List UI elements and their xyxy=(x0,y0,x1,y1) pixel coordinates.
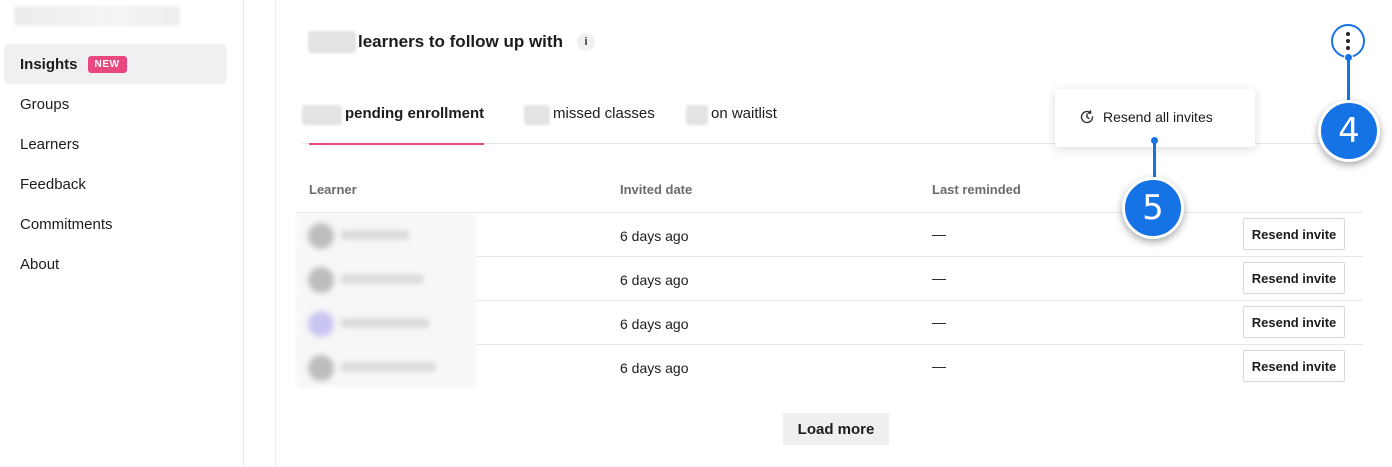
invited-date: 6 days ago xyxy=(620,272,689,288)
sidebar: Insights NEW Groups Learners Feedback Co… xyxy=(0,0,244,467)
tab-label: pending enrollment xyxy=(345,105,485,122)
tab-missed-classes[interactable]: missed classes xyxy=(524,96,655,144)
sidebar-item-label: About xyxy=(20,255,60,273)
row-divider xyxy=(476,256,1363,257)
row-divider xyxy=(476,344,1363,345)
last-reminded: — xyxy=(932,358,946,374)
sidebar-item-insights[interactable]: Insights NEW xyxy=(4,44,227,84)
page-title: learners to follow up with i xyxy=(308,30,595,54)
org-name-redacted xyxy=(14,6,180,26)
menu-item-resend-all-invites[interactable]: Resend all invites xyxy=(1079,109,1213,125)
sidebar-item-label: Groups xyxy=(20,95,70,113)
tab-pending-enrollment[interactable]: pending enrollment xyxy=(302,96,485,145)
tab-label: missed classes xyxy=(553,105,655,122)
sidebar-item-learners[interactable]: Learners xyxy=(4,124,227,164)
resend-invite-button[interactable]: Resend invite xyxy=(1243,306,1345,338)
sidebar-nav: Insights NEW Groups Learners Feedback Co… xyxy=(4,44,227,284)
last-reminded: — xyxy=(932,270,946,286)
resend-invite-button[interactable]: Resend invite xyxy=(1243,218,1345,250)
column-header-last-reminded: Last reminded xyxy=(932,182,1021,197)
count-redacted xyxy=(302,105,342,125)
resend-invite-button[interactable]: Resend invite xyxy=(1243,350,1345,382)
sidebar-item-commitments[interactable]: Commitments xyxy=(4,204,227,244)
row-divider xyxy=(476,300,1363,301)
sidebar-item-feedback[interactable]: Feedback xyxy=(4,164,227,204)
clock-refresh-icon xyxy=(1080,110,1094,124)
count-redacted xyxy=(524,105,550,125)
avatar xyxy=(308,311,334,337)
sidebar-item-label: Learners xyxy=(20,135,80,153)
page-title-text: learners to follow up with xyxy=(358,32,563,51)
kebab-dot xyxy=(1346,39,1350,43)
column-header-invited-date: Invited date xyxy=(620,182,693,197)
load-more-button[interactable]: Load more xyxy=(783,413,889,445)
callout-5: 5 xyxy=(1122,177,1184,239)
learner-name-redacted xyxy=(340,318,430,328)
sidebar-item-groups[interactable]: Groups xyxy=(4,84,227,124)
learner-count-redacted xyxy=(308,31,356,53)
learner-name-redacted xyxy=(340,274,424,284)
invited-date: 6 days ago xyxy=(620,228,689,244)
menu-item-label: Resend all invites xyxy=(1103,109,1213,125)
tab-on-waitlist[interactable]: on waitlist xyxy=(686,96,777,144)
learner-cell-redacted xyxy=(296,213,476,257)
avatar xyxy=(308,355,334,381)
callout-4: 4 xyxy=(1318,100,1380,162)
tab-label: on waitlist xyxy=(711,105,777,122)
learner-name-redacted xyxy=(340,362,436,372)
count-redacted xyxy=(686,105,708,125)
last-reminded: — xyxy=(932,226,946,242)
info-icon[interactable]: i xyxy=(576,33,595,51)
callout-leader-line xyxy=(1153,141,1156,181)
sidebar-item-label: Commitments xyxy=(20,215,113,233)
content-gutter xyxy=(244,0,276,467)
avatar xyxy=(308,267,334,293)
invited-date: 6 days ago xyxy=(620,316,689,332)
kebab-dot xyxy=(1346,32,1350,36)
resend-invite-button[interactable]: Resend invite xyxy=(1243,262,1345,294)
learner-cell-redacted xyxy=(296,345,476,389)
invited-date: 6 days ago xyxy=(620,360,689,376)
learner-name-redacted xyxy=(340,230,410,240)
callout-leader-line xyxy=(1347,58,1350,104)
kebab-dot xyxy=(1346,46,1350,50)
learner-cell-redacted xyxy=(296,257,476,301)
learner-cell-redacted xyxy=(296,301,476,345)
sidebar-item-label: Insights xyxy=(20,55,78,73)
sidebar-item-about[interactable]: About xyxy=(4,244,227,284)
last-reminded: — xyxy=(932,314,946,330)
sidebar-item-label: Feedback xyxy=(20,175,86,193)
avatar xyxy=(308,223,334,249)
column-header-learner: Learner xyxy=(309,182,357,197)
new-badge: NEW xyxy=(87,55,127,73)
